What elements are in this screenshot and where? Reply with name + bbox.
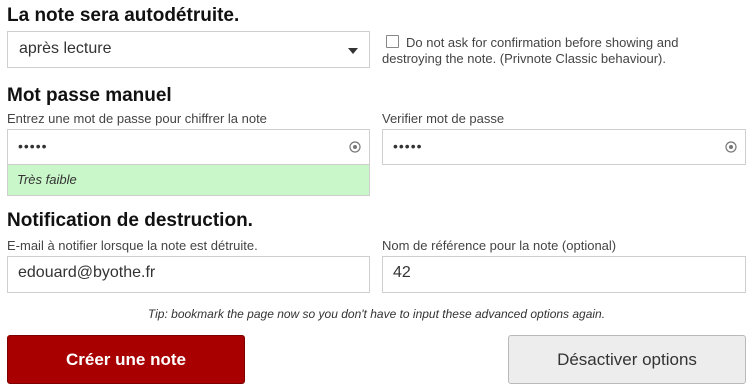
- eye-icon[interactable]: [725, 141, 737, 153]
- email-value: edouard@byothe.fr: [18, 264, 156, 281]
- disable-options-button[interactable]: Désactiver options: [508, 335, 746, 384]
- password-label: Entrez une mot de passe pour chiffrer la…: [7, 111, 267, 126]
- password-value: •••••: [18, 138, 48, 154]
- email-label: E-mail à notifier lorsque la note est dé…: [7, 238, 258, 253]
- eye-icon[interactable]: [349, 141, 361, 153]
- email-input[interactable]: edouard@byothe.fr: [7, 256, 370, 293]
- caret-down-icon: [348, 48, 358, 54]
- reference-input[interactable]: 42: [382, 256, 746, 293]
- reference-value: 42: [393, 264, 411, 281]
- password-input[interactable]: •••••: [7, 129, 370, 165]
- tip-text: Tip: bookmark the page now so you don't …: [147, 307, 606, 321]
- password-strength-text: Très faible: [17, 172, 77, 187]
- notification-section-title: Notification de destruction.: [7, 210, 253, 231]
- create-note-button[interactable]: Créer une note: [7, 335, 245, 384]
- verify-password-input[interactable]: •••••: [382, 129, 746, 165]
- destroy-timing-select[interactable]: après lecture: [7, 31, 370, 68]
- confirm-checkbox-label: Do not ask for confirmation before showi…: [382, 35, 679, 66]
- password-section-title: Mot passe manuel: [7, 85, 172, 106]
- reference-label: Nom de référence pour la note (optional): [382, 238, 617, 253]
- verify-password-value: •••••: [393, 138, 423, 154]
- verify-password-label: Verifier mot de passe: [382, 111, 505, 126]
- password-strength-bar: Très faible: [7, 165, 370, 196]
- destroy-timing-value: après lecture: [19, 40, 112, 57]
- destroy-section-title: La note sera autodétruite.: [7, 5, 240, 26]
